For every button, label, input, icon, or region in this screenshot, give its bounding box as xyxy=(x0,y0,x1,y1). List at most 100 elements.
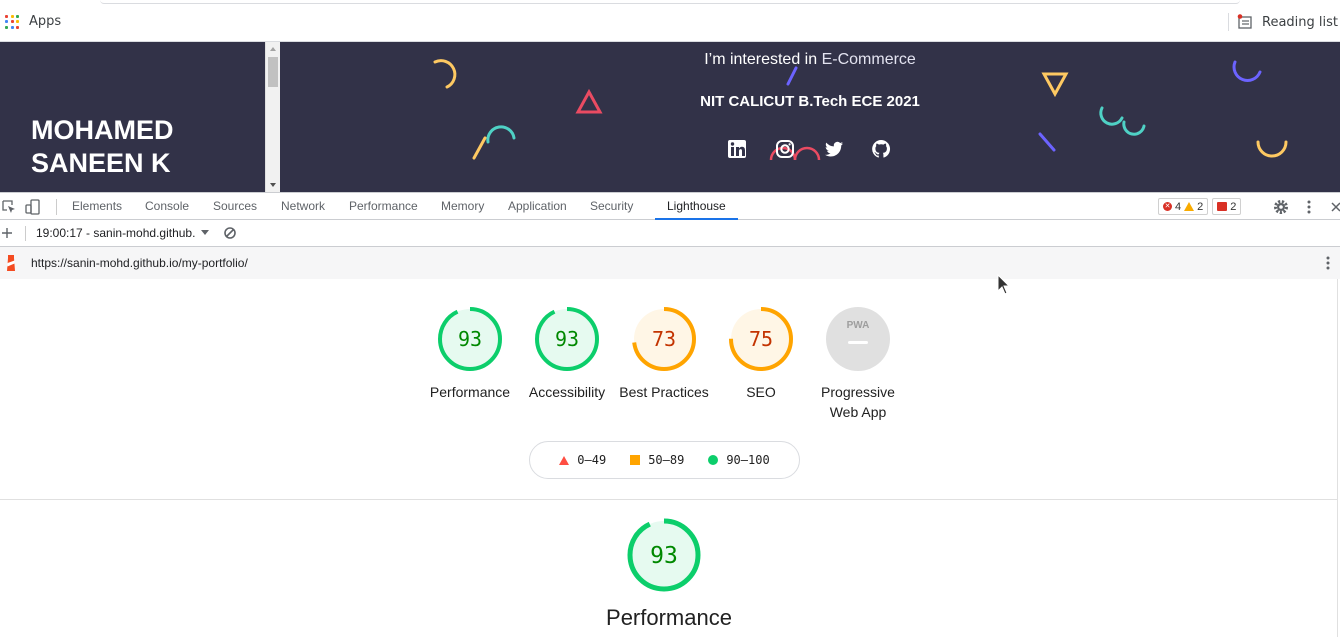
accessibility-label: Accessibility xyxy=(528,384,606,400)
legend-fail-range: 0–49 xyxy=(577,453,607,467)
owner-name: MOHAMED SANEEN K xyxy=(31,114,174,180)
score-scale-legend: 0–49 50–89 90–100 xyxy=(529,441,800,479)
more-options-icon[interactable] xyxy=(1301,199,1317,215)
site-hero: I’m interested in E-Commerce NIT CALICUT… xyxy=(280,42,1340,192)
reading-list-button[interactable]: Reading list xyxy=(1237,14,1338,30)
issue-counters[interactable]: ✕ 4 2 2 xyxy=(1158,198,1242,215)
toolbar-separator xyxy=(25,226,26,241)
close-devtools-icon[interactable] xyxy=(1328,199,1340,215)
tab-memory[interactable]: Memory xyxy=(441,193,484,220)
performance-section-title: Performance xyxy=(606,605,732,630)
chevron-down-icon[interactable] xyxy=(201,230,209,235)
linkedin-icon[interactable] xyxy=(727,139,749,161)
warning-icon xyxy=(1184,202,1195,211)
site-sidebar: MOHAMED SANEEN K xyxy=(0,42,265,192)
legend-fail: 0–49 xyxy=(559,453,606,467)
report-selector[interactable]: 19:00:17 - sanin-mohd.github. xyxy=(36,226,195,240)
bookmarks-bar: Apps Reading list xyxy=(0,0,1340,42)
error-warning-counter[interactable]: ✕ 4 2 xyxy=(1158,198,1209,215)
legend-pass-range: 90–100 xyxy=(726,453,770,467)
inspect-element-icon[interactable] xyxy=(1,199,17,215)
report-url-bar: https://sanin-mohd.github.io/my-portfoli… xyxy=(0,247,1340,279)
apps-bookmark[interactable]: Apps xyxy=(5,14,61,29)
owner-name-line2: SANEEN K xyxy=(31,148,171,178)
tab-application[interactable]: Application xyxy=(508,193,567,220)
tabbar-separator xyxy=(56,199,57,215)
device-toolbar-icon[interactable] xyxy=(25,199,41,215)
tab-performance[interactable]: Performance xyxy=(349,193,418,220)
issues-count: 2 xyxy=(1230,200,1237,213)
tab-security[interactable]: Security xyxy=(590,193,633,220)
best-practices-score: 73 xyxy=(652,327,676,351)
lighthouse-report: 93 Performance 93 Accessibility 73 Best … xyxy=(0,279,1338,637)
new-report-icon[interactable] xyxy=(0,226,16,242)
legend-average-range: 50–89 xyxy=(648,453,685,467)
performance-section-ring: 93 xyxy=(627,518,701,592)
section-divider xyxy=(0,499,1338,500)
scroll-thumb[interactable] xyxy=(268,57,278,87)
gauge-pwa[interactable]: PWA Progressive Web App xyxy=(808,306,908,422)
scroll-up-arrow[interactable] xyxy=(270,47,276,51)
lighthouse-logo-icon xyxy=(7,255,15,271)
tab-sources[interactable]: Sources xyxy=(213,193,257,220)
github-icon[interactable] xyxy=(871,139,893,161)
performance-section-gauge: 93 xyxy=(614,517,714,597)
interest-prefix: I’m interested in xyxy=(704,51,822,68)
gauge-seo[interactable]: 75 SEO xyxy=(711,306,811,402)
mouse-cursor-icon xyxy=(997,274,1011,295)
legend-pass: 90–100 xyxy=(708,453,770,467)
error-icon: ✕ xyxy=(1163,202,1172,211)
scroll-down-arrow[interactable] xyxy=(270,183,276,187)
devtools-tabbar: Elements Console Sources Network Perform… xyxy=(0,192,1340,220)
tab-console[interactable]: Console xyxy=(145,193,189,220)
performance-gauge-ring: 93 xyxy=(438,307,502,371)
instagram-icon[interactable] xyxy=(775,139,797,161)
clear-reports-icon[interactable] xyxy=(222,225,238,241)
tab-lighthouse[interactable]: Lighthouse xyxy=(655,193,738,220)
seo-score: 75 xyxy=(749,327,773,351)
issues-counter[interactable]: 2 xyxy=(1212,198,1242,215)
settings-gear-icon[interactable] xyxy=(1273,199,1289,215)
seo-label: SEO xyxy=(746,384,776,400)
reading-list-icon xyxy=(1237,14,1252,29)
bookmarks-separator xyxy=(1228,13,1229,31)
legend-average: 50–89 xyxy=(630,453,684,467)
accessibility-score: 93 xyxy=(555,327,579,351)
issues-icon xyxy=(1217,202,1228,211)
warning-count: 2 xyxy=(1197,200,1204,213)
reading-list-label: Reading list xyxy=(1262,14,1338,30)
interest-line: I’m interested in E-Commerce xyxy=(280,51,1340,69)
performance-section-score: 93 xyxy=(650,543,678,569)
interest-highlight: E-Commerce xyxy=(821,51,916,68)
report-url[interactable]: https://sanin-mohd.github.io/my-portfoli… xyxy=(31,256,248,270)
pwa-badge-icon: PWA xyxy=(826,307,890,371)
tab-network[interactable]: Network xyxy=(281,193,325,220)
performance-label: Performance xyxy=(429,384,511,400)
degree-line: NIT CALICUT B.Tech ECE 2021 xyxy=(700,93,920,110)
best-practices-label: Best Practices xyxy=(619,384,709,400)
social-links xyxy=(727,139,893,161)
report-menu-icon[interactable] xyxy=(1320,255,1336,271)
site-sidebar-scrollbar[interactable] xyxy=(265,42,280,192)
apps-label: Apps xyxy=(29,14,62,29)
fail-triangle-icon xyxy=(559,455,570,465)
gauge-best-practices[interactable]: 73 Best Practices xyxy=(614,306,714,402)
gauge-accessibility[interactable]: 93 Accessibility xyxy=(517,306,617,402)
best-practices-gauge-ring: 73 xyxy=(632,307,696,371)
omnibox-edge xyxy=(100,0,1240,4)
apps-grid-icon xyxy=(5,14,19,29)
accessibility-gauge-ring: 93 xyxy=(535,307,599,371)
pass-circle-icon xyxy=(708,455,719,465)
average-square-icon xyxy=(630,455,641,465)
pwa-badge-text: PWA xyxy=(847,320,870,331)
twitter-icon[interactable] xyxy=(823,139,845,161)
lighthouse-toolbar: 19:00:17 - sanin-mohd.github. xyxy=(0,220,1340,247)
seo-gauge-ring: 75 xyxy=(729,307,793,371)
error-count: 4 xyxy=(1175,200,1182,213)
performance-score: 93 xyxy=(458,327,482,351)
owner-name-line1: MOHAMED xyxy=(31,115,174,145)
pwa-label: Progressive Web App xyxy=(821,384,895,420)
website-viewport: MOHAMED SANEEN K I’m interested in E-Com… xyxy=(0,42,1340,192)
gauge-performance[interactable]: 93 Performance xyxy=(420,306,520,402)
tab-elements[interactable]: Elements xyxy=(72,193,122,220)
